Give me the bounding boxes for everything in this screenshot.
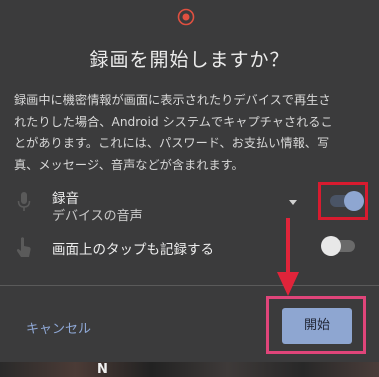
screen-record-icon — [177, 8, 195, 26]
tap-record-toggle[interactable] — [321, 236, 357, 256]
description-line: 真、メッセージ、音声などが含まれます。 — [14, 157, 244, 172]
microphone-icon — [17, 192, 31, 211]
tap-record-option-label: 画面上のタップも記録する — [52, 242, 214, 258]
description-line: とがあります。これには、パスワード、お支払い情報、写 — [14, 136, 330, 150]
touch-hand-icon — [16, 237, 31, 257]
chevron-down-icon[interactable] — [289, 200, 297, 205]
divider — [0, 285, 379, 286]
dialog-description: 録画中に機密情報が画面に表示されたりデバイスで再生さ れたりした場合、Andro… — [14, 90, 366, 176]
screen-record-dialog: 録画を開始しますか？ 録画中に機密情報が画面に表示されたりデバイスで再生さ れた… — [0, 0, 379, 362]
app-icon-fragment: N — [97, 362, 108, 377]
audio-toggle[interactable] — [328, 191, 364, 211]
audio-option-label: 録音 — [52, 191, 79, 207]
arrow-down-icon — [277, 218, 299, 296]
dialog-title: 録画を開始しますか？ — [89, 49, 290, 71]
audio-source-select[interactable]: デバイスの音声 — [52, 205, 143, 224]
description-line: 録画中に機密情報が画面に表示されたりデバイスで再生さ — [14, 93, 331, 107]
background-app-strip — [0, 362, 379, 377]
description-line: れたりした場合、Android システムでキャプチャされるこ — [14, 114, 333, 129]
start-button[interactable]: 開始 — [282, 308, 352, 344]
cancel-button[interactable]: キャンセル — [26, 318, 91, 337]
